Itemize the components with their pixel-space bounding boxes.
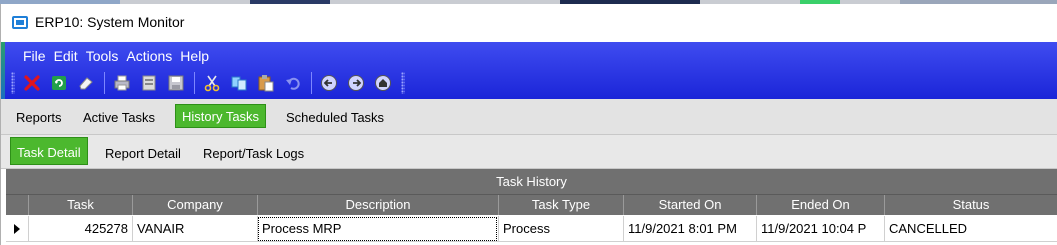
refresh-button[interactable]	[48, 72, 70, 94]
close-x-icon	[24, 75, 40, 91]
tab-scheduled-tasks[interactable]: Scheduled Tasks	[286, 110, 384, 125]
close-x-button[interactable]	[21, 72, 43, 94]
menu-bar: File Edit Tools Actions Help	[23, 48, 217, 68]
tab-history-tasks[interactable]: History Tasks	[175, 104, 267, 128]
column-header-task-type[interactable]: Task Type	[498, 195, 623, 215]
table-row[interactable]: 425278 VANAIR Process MRP Process 11/9/2…	[6, 216, 1057, 242]
save-icon	[168, 75, 184, 91]
cell-task[interactable]: 425278	[28, 216, 132, 242]
cell-status[interactable]: CANCELLED	[884, 216, 1057, 242]
window-title: ERP10: System Monitor	[35, 14, 185, 30]
home-icon	[375, 75, 391, 91]
forward-icon	[348, 75, 364, 91]
menu-help[interactable]: Help	[180, 48, 209, 68]
title-bar[interactable]: ERP10: System Monitor	[1, 4, 1057, 42]
forward-button[interactable]	[345, 72, 367, 94]
paste-icon	[258, 75, 274, 92]
toolbar-separator	[104, 72, 105, 94]
cell-task-type[interactable]: Process	[498, 216, 623, 242]
menu-edit[interactable]: Edit	[54, 48, 78, 68]
menu-and-toolbar-area: File Edit Tools Actions Help	[1, 42, 1057, 99]
menu-actions[interactable]: Actions	[126, 48, 172, 68]
toolbar-grip[interactable]	[11, 72, 15, 94]
frame-left-edge	[1, 42, 5, 99]
current-row-indicator-icon	[6, 216, 28, 242]
cell-ended-on[interactable]: 11/9/2021 10:04 P	[756, 216, 884, 242]
cell-started-on[interactable]: 11/9/2021 8:01 PM	[623, 216, 756, 242]
column-header-task[interactable]: Task	[28, 195, 132, 215]
task-history-grid: Task History Task Company Description Ta…	[6, 169, 1057, 245]
cell-description[interactable]: Process MRP	[257, 216, 498, 242]
refresh-icon	[52, 76, 66, 90]
print-icon	[114, 75, 130, 91]
subtab-task-detail[interactable]: Task Detail	[10, 137, 88, 165]
print-preview-icon	[142, 75, 156, 91]
back-icon	[321, 75, 337, 91]
save-button[interactable]	[165, 72, 187, 94]
grid-header: Task Company Description Task Type Start…	[6, 195, 1057, 215]
tab-active-tasks[interactable]: Active Tasks	[83, 110, 155, 125]
grid-caption: Task History	[6, 169, 1057, 195]
column-header-status[interactable]: Status	[884, 195, 1057, 215]
column-header-ended-on[interactable]: Ended On	[756, 195, 884, 215]
main-tabs: Reports Active Tasks History Tasks Sched…	[1, 99, 1057, 135]
cell-company[interactable]: VANAIR	[132, 216, 257, 242]
column-header-started-on[interactable]: Started On	[623, 195, 756, 215]
copy-icon	[231, 76, 247, 91]
subtab-report-detail[interactable]: Report Detail	[105, 146, 181, 161]
column-header-description[interactable]: Description	[257, 195, 498, 215]
back-button[interactable]	[318, 72, 340, 94]
home-button[interactable]	[372, 72, 394, 94]
toolbar-separator	[311, 72, 312, 94]
toolbar-grip-end	[401, 72, 405, 94]
eraser-icon	[79, 77, 93, 90]
tab-reports[interactable]: Reports	[16, 110, 62, 125]
cut-button[interactable]	[201, 72, 223, 94]
toolbar-separator	[194, 72, 195, 94]
menu-file[interactable]: File	[23, 48, 46, 68]
copy-button[interactable]	[228, 72, 250, 94]
undo-icon	[286, 77, 300, 90]
system-monitor-window: ERP10: System Monitor File Edit Tools Ac…	[0, 4, 1057, 245]
subtab-report-task-logs[interactable]: Report/Task Logs	[203, 146, 304, 161]
undo-button[interactable]	[282, 72, 304, 94]
menu-tools[interactable]: Tools	[86, 48, 119, 68]
detail-subtabs: Task Detail Report Detail Report/Task Lo…	[1, 135, 1057, 169]
paste-button[interactable]	[255, 72, 277, 94]
app-window-icon	[12, 16, 28, 29]
column-header-company[interactable]: Company	[132, 195, 257, 215]
toolbar	[11, 70, 411, 96]
eraser-button[interactable]	[75, 72, 97, 94]
cut-icon	[204, 75, 220, 92]
print-button[interactable]	[111, 72, 133, 94]
print-preview-button[interactable]	[138, 72, 160, 94]
